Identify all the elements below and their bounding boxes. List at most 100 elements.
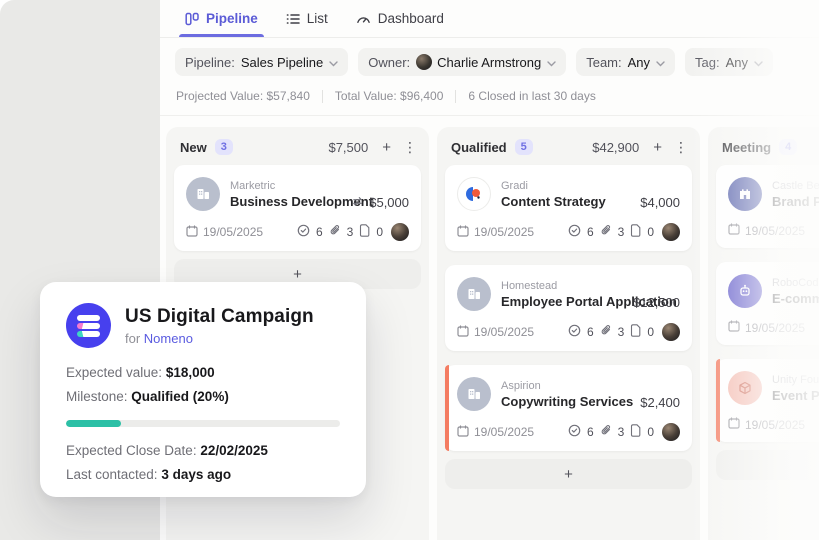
assignee-avatar xyxy=(662,423,680,441)
closed-count: 6 Closed in last 30 days xyxy=(468,89,595,103)
company-logo-building-icon xyxy=(457,377,491,411)
deal-date: 19/05/2025 xyxy=(474,225,534,239)
board-divider xyxy=(160,115,819,116)
deal-date: 19/05/2025 xyxy=(474,325,534,339)
assignee-avatar xyxy=(391,223,409,241)
deal-title: E-commerce xyxy=(772,291,819,306)
column-menu-icon[interactable]: ⋮ xyxy=(674,140,688,154)
tasks-count: 6 xyxy=(587,425,594,439)
kanban-icon xyxy=(185,12,199,26)
deal-value: $12,500 xyxy=(633,295,680,310)
filter-team-value: Any xyxy=(628,55,650,70)
filter-owner-label: Owner: xyxy=(368,55,410,70)
filter-pipeline-value: Sales Pipeline xyxy=(241,55,323,70)
column-title: New xyxy=(180,140,207,155)
deal-preview-popup: US Digital Campaign for Nomeno Expected … xyxy=(40,282,366,497)
stat-divider xyxy=(322,90,323,103)
deal-card-unity[interactable]: Unity Foundat Event Promot 19/05/2025 xyxy=(716,359,819,442)
tab-dashboard[interactable]: Dashboard xyxy=(356,0,444,37)
company-logo-cube-icon xyxy=(728,371,762,405)
filter-owner[interactable]: Owner: Charlie Armstrong xyxy=(358,48,566,76)
chevron-down-icon xyxy=(754,55,763,70)
tab-list[interactable]: List xyxy=(286,0,328,37)
view-tabs: Pipeline List Dashboard xyxy=(160,0,819,38)
milestone-label: Milestone: xyxy=(66,389,128,404)
expected-value-row: Expected value: $18,000 xyxy=(66,365,340,380)
add-deal-icon[interactable]: + xyxy=(382,140,391,155)
column-menu-icon[interactable]: ⋮ xyxy=(403,140,417,154)
tasks-done-icon xyxy=(568,424,581,440)
filter-tag[interactable]: Tag: Any xyxy=(685,48,773,76)
deal-card-homestead[interactable]: Homestead Employee Portal Application $1… xyxy=(445,265,692,351)
notes-icon xyxy=(630,224,641,240)
attachments-count: 3 xyxy=(618,225,625,239)
deal-card-marketric[interactable]: Marketric Business Development $5,000 19… xyxy=(174,165,421,251)
tasks-count: 6 xyxy=(316,225,323,239)
filter-owner-value: Charlie Armstrong xyxy=(437,55,541,70)
filter-team[interactable]: Team: Any xyxy=(576,48,675,76)
chevron-down-icon xyxy=(329,55,338,70)
projected-value: Projected Value: $57,840 xyxy=(176,89,310,103)
notes-icon xyxy=(630,324,641,340)
deal-title: Employee Portal Application xyxy=(501,294,633,309)
deal-date: 19/05/2025 xyxy=(745,418,805,432)
milestone-value: Qualified (20%) xyxy=(131,389,229,404)
add-deal-icon[interactable]: + xyxy=(653,140,662,155)
close-date-label: Expected Close Date: xyxy=(66,443,197,458)
deal-card-gradi[interactable]: Gradi Content Strategy $4,000 19/05/2025… xyxy=(445,165,692,251)
paperclip-icon xyxy=(600,424,612,440)
paperclip-icon xyxy=(600,324,612,340)
deal-title: Copywriting Services xyxy=(501,394,633,409)
client-link[interactable]: Nomeno xyxy=(144,331,193,346)
last-contacted-row: Last contacted: 3 days ago xyxy=(66,467,340,482)
owner-avatar xyxy=(416,54,432,70)
filter-pipeline-label: Pipeline: xyxy=(185,55,235,70)
deal-title: Event Promot xyxy=(772,388,819,403)
deal-value: $2,400 xyxy=(640,395,680,410)
company-logo-building-icon xyxy=(457,277,491,311)
column-qualified: Qualified 5 $42,900 + ⋮ Gradi Content St… xyxy=(437,127,700,540)
last-contacted-label: Last contacted: xyxy=(66,467,158,482)
milestone-progress-fill xyxy=(66,420,121,427)
expected-value-label: Expected value: xyxy=(66,365,162,380)
tasks-count: 6 xyxy=(587,325,594,339)
column-title: Meeting xyxy=(722,140,771,155)
crm-window: Pipeline List Dashboard Pipeline: Sales … xyxy=(0,0,819,540)
tab-pipeline[interactable]: Pipeline xyxy=(185,0,258,37)
attachments-count: 3 xyxy=(618,425,625,439)
deal-date: 19/05/2025 xyxy=(203,225,263,239)
add-card-button[interactable]: + xyxy=(445,459,692,489)
calendar-icon xyxy=(728,320,740,335)
deal-title: Brand Positioning xyxy=(772,194,819,209)
company-name: Homestead xyxy=(501,280,633,292)
attachments-count: 3 xyxy=(618,325,625,339)
filter-team-label: Team: xyxy=(586,55,621,70)
deal-date: 19/05/2025 xyxy=(474,425,534,439)
deal-value: $4,000 xyxy=(640,195,680,210)
gauge-icon xyxy=(356,12,371,26)
list-icon xyxy=(286,12,300,26)
company-name: Unity Foundat xyxy=(772,374,819,386)
deal-card-aspirion[interactable]: Aspirion Copywriting Services $2,400 19/… xyxy=(445,365,692,451)
deal-title: Content Strategy xyxy=(501,194,606,209)
add-card-button[interactable] xyxy=(716,450,819,480)
deal-logo-icon xyxy=(66,303,111,348)
filter-pipeline[interactable]: Pipeline: Sales Pipeline xyxy=(175,48,348,76)
deal-card-robocode[interactable]: RoboCode E-commerce 19/05/2025 xyxy=(716,262,819,345)
deal-card-castlebeds[interactable]: Castle Beds Brand Positioning 19/05/2025 xyxy=(716,165,819,248)
last-contacted: 3 days ago xyxy=(161,467,231,482)
tasks-done-icon xyxy=(568,224,581,240)
calendar-icon xyxy=(457,225,469,240)
tasks-count: 6 xyxy=(587,225,594,239)
assignee-avatar xyxy=(662,223,680,241)
notes-icon xyxy=(630,424,641,440)
notes-count: 0 xyxy=(647,225,654,239)
total-value: Total Value: $96,400 xyxy=(335,89,444,103)
company-logo-pie-icon xyxy=(457,177,491,211)
company-logo-castle-icon xyxy=(728,177,762,211)
notes-icon xyxy=(359,224,370,240)
paperclip-icon xyxy=(329,224,341,240)
column-meeting: Meeting 4 Castle Beds Brand Positioning xyxy=(708,127,819,540)
deal-popup-title: US Digital Campaign xyxy=(125,306,314,328)
notes-count: 0 xyxy=(647,425,654,439)
